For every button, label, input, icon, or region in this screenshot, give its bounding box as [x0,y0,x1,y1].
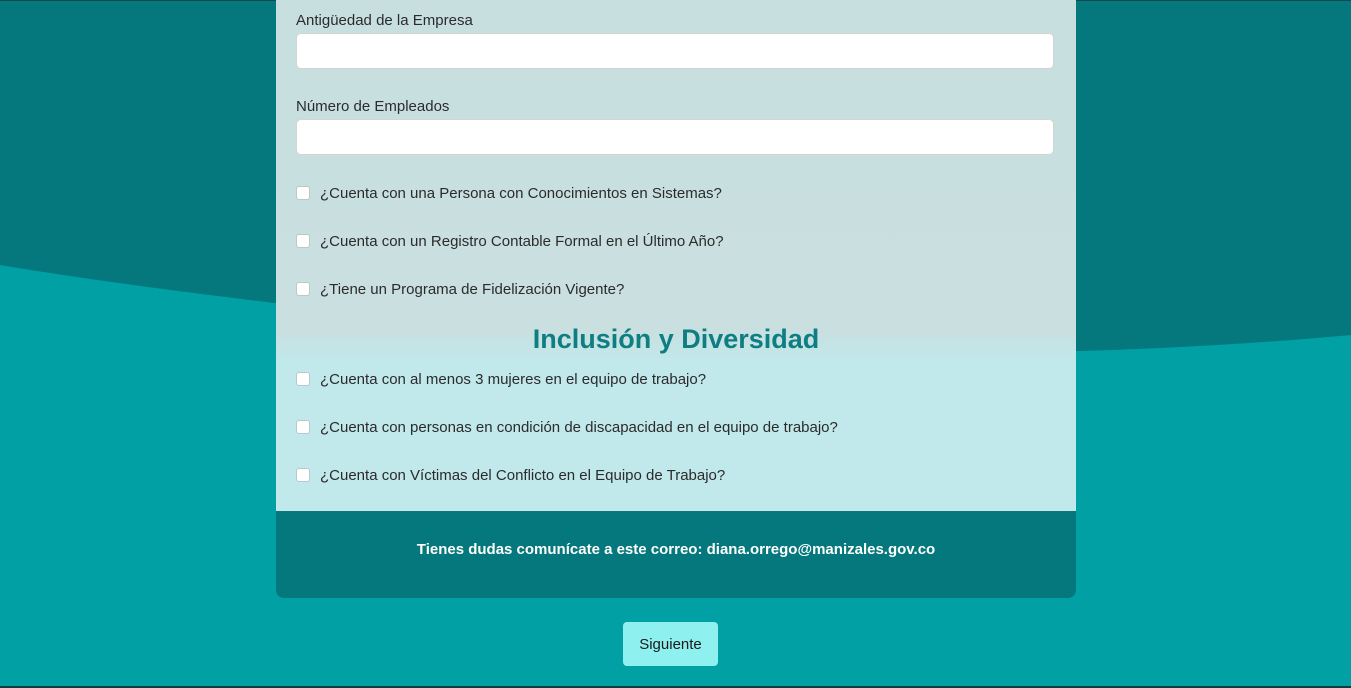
check-row-mujeres[interactable]: ¿Cuenta con al menos 3 mujeres en el equ… [296,369,706,389]
fidelizacion-label[interactable]: ¿Tiene un Programa de Fidelización Vigen… [320,281,624,298]
check-row-victimas[interactable]: ¿Cuenta con Víctimas del Conflicto en el… [296,465,725,485]
mujeres-checkbox[interactable] [296,372,310,386]
antiguedad-label: Antigüedad de la Empresa [296,12,473,29]
form-footer: Tienes dudas comunícate a este correo: d… [276,511,1076,598]
check-row-discapacidad[interactable]: ¿Cuenta con personas en condición de dis… [296,417,838,437]
empleados-input[interactable] [296,119,1054,155]
antiguedad-input[interactable] [296,33,1054,69]
victimas-label[interactable]: ¿Cuenta con Víctimas del Conflicto en el… [320,467,725,484]
mujeres-label[interactable]: ¿Cuenta con al menos 3 mujeres en el equ… [320,371,706,388]
inclusion-section-title: Inclusión y Diversidad [532,324,820,354]
victimas-checkbox[interactable] [296,468,310,482]
registro-contable-checkbox[interactable] [296,234,310,248]
empleados-label: Número de Empleados [296,98,450,115]
discapacidad-checkbox[interactable] [296,420,310,434]
check-row-sistemas[interactable]: ¿Cuenta con una Persona con Conocimiento… [296,183,722,203]
check-row-fidelizacion[interactable]: ¿Tiene un Programa de Fidelización Vigen… [296,279,624,299]
contact-email-text: Tienes dudas comunícate a este correo: d… [416,541,936,558]
discapacidad-label[interactable]: ¿Cuenta con personas en condición de dis… [320,419,838,436]
check-row-registro-contable[interactable]: ¿Cuenta con un Registro Contable Formal … [296,231,724,251]
form-card: Antigüedad de la Empresa Número de Emple… [276,0,1076,598]
fidelizacion-checkbox[interactable] [296,282,310,296]
next-button[interactable]: Siguiente [623,622,718,666]
sistemas-label[interactable]: ¿Cuenta con una Persona con Conocimiento… [320,185,722,202]
form-body: Antigüedad de la Empresa Número de Emple… [276,0,1076,511]
sistemas-checkbox[interactable] [296,186,310,200]
registro-contable-label[interactable]: ¿Cuenta con un Registro Contable Formal … [320,233,724,250]
